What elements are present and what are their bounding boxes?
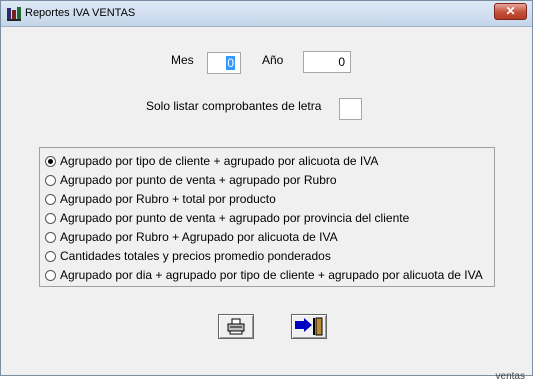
letra-input[interactable]: [339, 98, 362, 120]
radio-button[interactable]: [45, 213, 56, 224]
mes-input[interactable]: 0: [207, 52, 241, 74]
option-label: Agrupado por Rubro + total por producto: [60, 192, 276, 206]
exit-door-icon: [295, 317, 323, 336]
letra-label: Solo listar comprobantes de letra: [146, 99, 322, 113]
window-title: Reportes IVA VENTAS: [25, 7, 136, 19]
anio-label: Año: [262, 53, 284, 67]
report-options-group: Agrupado por tipo de cliente + agrupado …: [39, 147, 495, 287]
title-bar[interactable]: Reportes IVA VENTAS ✕: [1, 1, 532, 27]
radio-button[interactable]: [45, 175, 56, 186]
report-dialog: Reportes IVA VENTAS ✕ Mes 0 Año 0 Solo l…: [0, 0, 533, 376]
background-text: ventas: [495, 371, 525, 382]
close-button[interactable]: ✕: [494, 3, 527, 20]
printer-icon: [227, 318, 245, 335]
mes-value: 0: [226, 56, 235, 70]
radio-button[interactable]: [45, 194, 56, 205]
mes-label: Mes: [171, 53, 194, 67]
radio-button[interactable]: [45, 232, 56, 243]
print-button[interactable]: [218, 314, 254, 339]
radio-button[interactable]: [45, 156, 56, 167]
option-label: Agrupado por tipo de cliente + agrupado …: [60, 154, 379, 168]
close-icon: ✕: [505, 4, 516, 18]
option-label: Agrupado por dia + agrupado por tipo de …: [60, 268, 483, 282]
radio-button[interactable]: [45, 270, 56, 281]
radio-button[interactable]: [45, 251, 56, 262]
app-icon: [7, 7, 21, 21]
anio-input[interactable]: 0: [303, 51, 351, 73]
option-label: Agrupado por punto de venta + agrupado p…: [60, 173, 337, 187]
exit-button[interactable]: [291, 314, 327, 339]
option-label: Agrupado por punto de venta + agrupado p…: [60, 211, 410, 225]
option-label: Agrupado por Rubro + Agrupado por alicuo…: [60, 230, 338, 244]
option-label: Cantidades totales y precios promedio po…: [60, 249, 331, 263]
